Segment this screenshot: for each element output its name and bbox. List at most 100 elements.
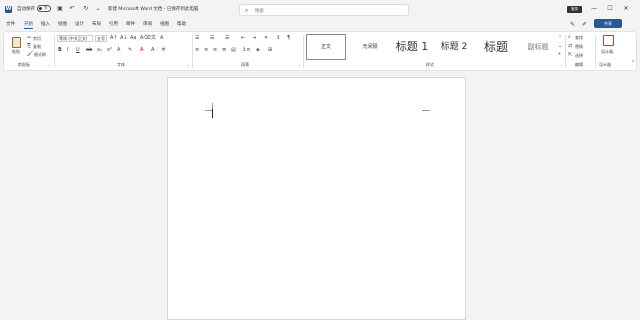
undo-icon[interactable]: ↶ <box>68 5 76 13</box>
show-marks-icon[interactable]: ¶ <box>287 35 290 41</box>
paste-icon[interactable] <box>12 37 21 48</box>
tab-insert[interactable]: 插入 <box>41 21 50 27</box>
collapse-ribbon-icon[interactable]: ⌃ <box>631 60 635 66</box>
chinese-layout-icon[interactable]: ✕ <box>264 35 268 41</box>
style-heading-1[interactable]: 标题 1 <box>392 34 432 60</box>
group-divider <box>303 35 304 68</box>
copy-icon[interactable]: ⎘ <box>27 43 31 49</box>
align-right-icon[interactable]: ≡ <box>213 47 217 53</box>
subscript-icon[interactable]: x₂ <box>97 47 102 53</box>
tab-home[interactable]: 开始 <box>24 21 33 29</box>
cut-icon[interactable]: ✂ <box>27 35 31 41</box>
search-box[interactable]: ⌕ 搜索 <box>239 4 409 16</box>
minimize-icon[interactable]: — <box>589 4 599 14</box>
save-icon[interactable]: ▣ <box>56 5 64 13</box>
highlight-icon[interactable]: ✎ <box>128 47 132 53</box>
tab-references[interactable]: 引用 <box>109 21 118 27</box>
format-painter-icon[interactable]: 🖌 <box>27 51 33 57</box>
multilevel-list-icon[interactable]: ☰ <box>225 35 229 41</box>
change-case-icon[interactable]: Aa <box>130 35 136 41</box>
font-name-select[interactable]: 等线 (中文正文) <box>57 35 93 42</box>
comments-icon[interactable]: ✎ <box>570 21 575 28</box>
font-size-select[interactable]: 五号 <box>95 35 107 42</box>
font-launcher-icon[interactable]: ⌟ <box>187 62 189 67</box>
tab-help[interactable]: 帮助 <box>177 21 186 27</box>
styles-group-label: 样式 <box>426 62 434 67</box>
copy-label[interactable]: 复制 <box>33 44 41 50</box>
bold-icon[interactable]: B <box>58 47 62 53</box>
styles-scroll-down-icon[interactable]: ⌄ <box>558 43 562 49</box>
italic-icon[interactable]: I <box>67 47 68 53</box>
align-left-icon[interactable]: ≡ <box>195 47 199 53</box>
styles-more-icon[interactable]: ⩡ <box>558 51 561 57</box>
margin-corner-mark <box>422 110 430 111</box>
underline-icon[interactable]: U <box>76 47 80 53</box>
styles-gallery: 正文 无间隔 标题 1 标题 2 标题 副标题 <box>306 34 566 60</box>
text-cursor <box>212 109 213 118</box>
editing-group-label: 编辑 <box>575 62 583 67</box>
style-no-spacing[interactable]: 无间隔 <box>350 34 390 60</box>
clear-format-icon[interactable]: A⌫ <box>140 35 151 41</box>
line-spacing-icon[interactable]: ↕≡ <box>242 47 250 53</box>
align-center-icon[interactable]: ≡ <box>204 47 208 53</box>
char-border-icon[interactable]: A <box>160 35 163 41</box>
autosave-label: 自动保存 <box>17 7 35 12</box>
style-title[interactable]: 标题 <box>476 34 516 60</box>
find-label[interactable]: 查找 <box>575 35 583 41</box>
bullets-icon[interactable]: ☰ <box>195 35 199 41</box>
replace-icon[interactable]: ⇄ <box>568 43 572 49</box>
login-button[interactable]: 登录 <box>567 6 582 13</box>
phonetic-guide-icon[interactable]: 文 <box>151 35 156 41</box>
document-title[interactable]: 新建 Microsoft Word 文档 - 已保存到此电脑 <box>108 6 198 12</box>
select-label[interactable]: 选择 <box>575 53 583 59</box>
numbering-icon[interactable]: ☰ <box>210 35 214 41</box>
shrink-font-icon[interactable]: A↓ <box>120 35 128 41</box>
select-icon[interactable]: ⇱ <box>568 52 572 58</box>
share-button[interactable]: 共享 <box>594 19 622 28</box>
search-icon: ⌕ <box>245 7 249 14</box>
borders-icon[interactable]: ⊞ <box>268 47 272 53</box>
paragraph-launcher-icon[interactable]: ⌟ <box>298 62 300 67</box>
tab-mailings[interactable]: 邮件 <box>126 21 135 27</box>
style-subtitle[interactable]: 副标题 <box>518 34 558 60</box>
autosave-toggle[interactable]: 关 <box>37 5 51 12</box>
style-normal[interactable]: 正文 <box>306 34 346 60</box>
tab-file[interactable]: 文件 <box>6 21 15 27</box>
text-effects-icon[interactable]: A <box>117 47 120 53</box>
strikethrough-icon[interactable]: ab <box>86 47 92 53</box>
designer-icon[interactable] <box>603 35 614 46</box>
redo-icon[interactable]: ↻ <box>82 5 90 13</box>
word-logo-icon: W <box>5 6 12 13</box>
close-icon[interactable]: ✕ <box>621 4 631 14</box>
distributed-icon[interactable]: ▤ <box>231 47 236 53</box>
clipboard-launcher-icon[interactable]: ⌟ <box>48 62 50 67</box>
tab-layout[interactable]: 布局 <box>92 21 101 27</box>
enclose-char-icon[interactable]: ㊥ <box>161 47 166 53</box>
decrease-indent-icon[interactable]: ⇤ <box>241 35 245 41</box>
customize-toolbar-icon[interactable]: ⌄ <box>94 5 102 13</box>
tab-review[interactable]: 审阅 <box>143 21 152 27</box>
font-color-icon[interactable]: A <box>140 47 143 53</box>
sort-icon[interactable]: ↕ <box>276 35 280 41</box>
shading-icon[interactable]: ◈ <box>256 47 260 53</box>
editing-mode-icon[interactable]: ✐ <box>582 21 587 28</box>
increase-indent-icon[interactable]: ⇥ <box>252 35 256 41</box>
tab-draw[interactable]: 绘图 <box>58 21 67 27</box>
superscript-icon[interactable]: x² <box>107 47 112 53</box>
tab-design[interactable]: 设计 <box>75 21 84 27</box>
replace-label[interactable]: 替换 <box>575 44 583 50</box>
styles-scroll-up-icon[interactable]: ⌃ <box>558 35 562 41</box>
char-shading-icon[interactable]: A <box>151 47 154 53</box>
paste-label[interactable]: 粘贴 <box>12 49 20 55</box>
format-painter-label[interactable]: 格式刷 <box>34 52 46 58</box>
maximize-icon[interactable]: ☐ <box>605 4 615 14</box>
justify-icon[interactable]: ≣ <box>222 47 226 53</box>
find-icon[interactable]: ⌕ <box>568 34 571 40</box>
tab-view[interactable]: 视图 <box>160 21 169 27</box>
title-bar: W 自动保存 关 ▣ ↶ ↻ ⌄ 新建 Microsoft Word 文档 - … <box>0 0 640 19</box>
style-heading-2[interactable]: 标题 2 <box>434 34 474 60</box>
grow-font-icon[interactable]: A↑ <box>110 35 118 41</box>
designer-label[interactable]: 设计器 <box>601 49 613 55</box>
styles-launcher-icon[interactable]: ⌟ <box>560 62 562 67</box>
cut-label[interactable]: 剪切 <box>33 36 41 42</box>
